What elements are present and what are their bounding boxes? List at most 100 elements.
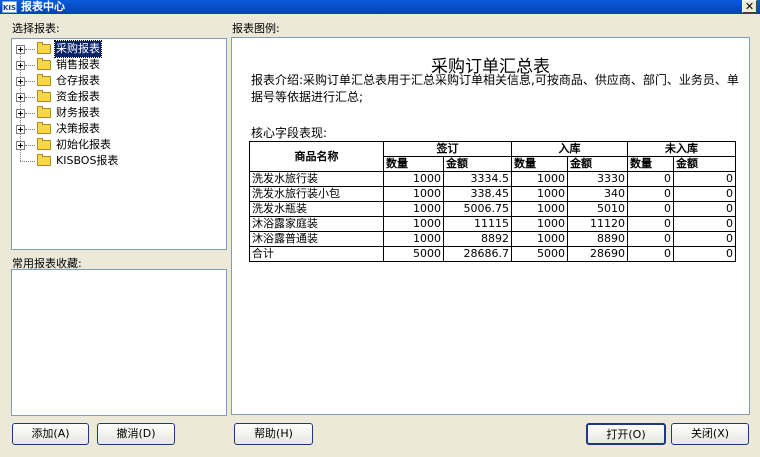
tree-item-label: 财务报表 bbox=[56, 106, 100, 119]
table-cell: 0 bbox=[627, 231, 674, 247]
table-row: 沐浴露家庭装 1000 11115 1000 11120 0 0 bbox=[249, 216, 736, 232]
table-cell: 沐浴露普通装 bbox=[249, 231, 384, 247]
table-cell: 0 bbox=[627, 201, 674, 217]
table-cell: 340 bbox=[567, 186, 628, 202]
close-button[interactable]: 关闭(X) bbox=[671, 423, 749, 445]
folder-icon bbox=[37, 74, 51, 86]
table-cell: 0 bbox=[627, 216, 674, 232]
table-cell: 洗发水瓶装 bbox=[249, 201, 384, 217]
table-cell: 洗发水旅行装小包 bbox=[249, 186, 384, 202]
cancel-button[interactable]: 撤消(D) bbox=[97, 423, 175, 445]
table-row: 洗发水瓶装 1000 5006.75 1000 5010 0 0 bbox=[249, 201, 736, 217]
folder-icon bbox=[37, 90, 51, 102]
table-cell: 1000 bbox=[383, 201, 444, 217]
favorites-list[interactable] bbox=[11, 269, 227, 416]
table-cell: 0 bbox=[627, 246, 674, 262]
select-report-label: 选择报表: bbox=[12, 22, 60, 35]
window-title: 报表中心 bbox=[21, 0, 65, 13]
table-row: 洗发水旅行装 1000 3334.5 1000 3330 0 0 bbox=[249, 171, 736, 187]
table-row: 沐浴露普通装 1000 8892 1000 8890 0 0 bbox=[249, 231, 736, 247]
folder-icon bbox=[37, 122, 51, 134]
report-sample-table: 商品名称 签订 入库 未入库 数量 金额 数量 金额 数量 金额 洗发水旅行装 … bbox=[249, 141, 736, 262]
tree-item-label: 销售报表 bbox=[56, 58, 100, 71]
table-cell: 1000 bbox=[511, 171, 568, 187]
tree-item-funds[interactable]: 资金报表 bbox=[12, 89, 222, 105]
column-header: 金额 bbox=[443, 156, 512, 172]
column-header: 数量 bbox=[627, 156, 674, 172]
table-cell: 1000 bbox=[511, 216, 568, 232]
table-cell: 1000 bbox=[511, 201, 568, 217]
table-cell: 1000 bbox=[383, 231, 444, 247]
table-cell: 1000 bbox=[383, 186, 444, 202]
expand-icon[interactable] bbox=[16, 77, 25, 86]
expand-icon[interactable] bbox=[16, 141, 25, 150]
table-total-row: 合计 5000 28686.7 5000 28690 0 0 bbox=[249, 246, 736, 262]
table-cell: 沐浴露家庭装 bbox=[249, 216, 384, 232]
table-cell: 0 bbox=[673, 216, 736, 232]
table-cell: 1000 bbox=[383, 216, 444, 232]
group-header: 未入库 bbox=[627, 141, 736, 157]
table-cell: 28686.7 bbox=[443, 246, 512, 262]
tree-item-inventory[interactable]: 仓存报表 bbox=[12, 73, 222, 89]
expand-icon[interactable] bbox=[16, 61, 25, 70]
title-bar: KIS 报表中心 ✕ bbox=[0, 0, 760, 14]
table-cell: 3330 bbox=[567, 171, 628, 187]
tree-item-kisbos[interactable]: KISBOS报表 bbox=[12, 153, 222, 169]
expand-icon[interactable] bbox=[16, 45, 25, 54]
table-cell: 0 bbox=[673, 231, 736, 247]
table-cell: 0 bbox=[627, 171, 674, 187]
tree-item-initialization[interactable]: 初始化报表 bbox=[12, 137, 222, 153]
table-cell: 0 bbox=[673, 171, 736, 187]
core-fields-label: 核心字段表现: bbox=[251, 126, 328, 140]
table-row: 洗发水旅行装小包 1000 338.45 1000 340 0 0 bbox=[249, 186, 736, 202]
table-cell: 3334.5 bbox=[443, 171, 512, 187]
table-cell: 1000 bbox=[511, 186, 568, 202]
open-button[interactable]: 打开(O) bbox=[586, 423, 666, 445]
table-cell: 11120 bbox=[567, 216, 628, 232]
expand-icon[interactable] bbox=[16, 109, 25, 118]
report-preview: 采购订单汇总表 报表介绍:采购订单汇总表用于汇总采购订单相关信息,可按商品、供应… bbox=[231, 37, 750, 415]
table-cell: 0 bbox=[673, 201, 736, 217]
expand-icon[interactable] bbox=[16, 125, 25, 134]
folder-icon bbox=[37, 106, 51, 118]
table-cell: 0 bbox=[673, 186, 736, 202]
tree-item-label: 初始化报表 bbox=[56, 138, 111, 151]
table-cell: 8892 bbox=[443, 231, 512, 247]
close-window-button[interactable]: ✕ bbox=[742, 0, 757, 13]
table-cell: 5000 bbox=[383, 246, 444, 262]
folder-icon bbox=[37, 138, 51, 150]
table-cell: 11115 bbox=[443, 216, 512, 232]
table-cell: 338.45 bbox=[443, 186, 512, 202]
tree-item-label: 决策报表 bbox=[56, 122, 100, 135]
column-header: 金额 bbox=[673, 156, 736, 172]
help-button[interactable]: 帮助(H) bbox=[234, 423, 313, 445]
table-cell: 1000 bbox=[511, 231, 568, 247]
table-cell: 0 bbox=[627, 186, 674, 202]
table-cell: 28690 bbox=[567, 246, 628, 262]
tree-item-label: 采购报表 bbox=[54, 40, 102, 58]
tree-item-decision[interactable]: 决策报表 bbox=[12, 121, 222, 137]
tree-item-finance[interactable]: 财务报表 bbox=[12, 105, 222, 121]
column-header: 金额 bbox=[567, 156, 628, 172]
column-header: 数量 bbox=[383, 156, 444, 172]
tree-item-purchase[interactable]: 采购报表 bbox=[12, 40, 222, 58]
group-header: 入库 bbox=[511, 141, 628, 157]
tree-item-label: KISBOS报表 bbox=[56, 154, 119, 167]
table-cell: 1000 bbox=[383, 171, 444, 187]
table-cell: 5006.75 bbox=[443, 201, 512, 217]
table-cell: 5010 bbox=[567, 201, 628, 217]
table-cell: 5000 bbox=[511, 246, 568, 262]
add-button[interactable]: 添加(A) bbox=[12, 423, 89, 445]
app-logo-icon: KIS bbox=[2, 1, 17, 13]
tree-item-sales[interactable]: 销售报表 bbox=[12, 57, 222, 73]
report-tree[interactable]: 采购报表 销售报表 仓存报表 资金报表 财务报表 决策报表 初始化报表 KISB… bbox=[11, 38, 227, 250]
folder-icon bbox=[37, 42, 51, 54]
column-header: 数量 bbox=[511, 156, 568, 172]
preview-label: 报表图例: bbox=[232, 22, 280, 35]
expand-icon[interactable] bbox=[16, 93, 25, 102]
tree-item-label: 资金报表 bbox=[56, 90, 100, 103]
report-intro: 报表介绍:采购订单汇总表用于汇总采购订单相关信息,可按商品、供应商、部门、业务员… bbox=[251, 73, 739, 104]
group-header: 签订 bbox=[383, 141, 512, 157]
folder-icon bbox=[37, 58, 51, 70]
folder-icon bbox=[37, 154, 51, 166]
